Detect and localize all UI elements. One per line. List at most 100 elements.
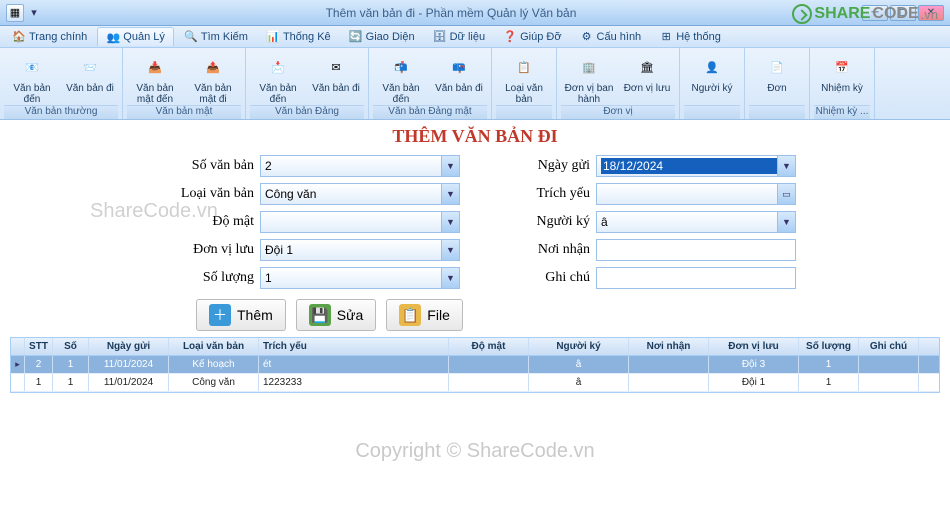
col-donvi[interactable]: Đơn vị lưu [709,338,799,355]
ribbon-label: Loại văn bản [496,83,552,105]
dropdown-icon[interactable]: ▼ [441,156,459,176]
form-row-right-1: Trích yếu ▭ [490,183,796,205]
menu-icon: ⊞ [659,30,673,44]
col-loai[interactable]: Loại văn bản [169,338,259,355]
dropdown-icon[interactable]: ▼ [441,184,459,204]
menu-icon: 👥 [106,30,120,44]
form-row-right-2: Người ký â▼ [490,211,796,233]
cell-ghichu [859,356,919,373]
cell-noinhan [629,374,709,391]
ribbon-group-3: 📬Văn bản đến📪Văn bản điVăn bản Đảng mật [369,48,492,119]
form-row-right-4: Ghi chú [490,267,796,289]
field-input-right-0[interactable]: 18/12/2024▼ [596,155,796,177]
form-row-left-4: Số lượng1▼ [154,267,460,289]
field-input-left-4[interactable]: 1▼ [260,267,460,289]
ribbon-btn-2-1[interactable]: ✉Văn bản đi [308,50,364,105]
ribbon-label: Nhiệm kỳ [821,83,863,94]
field-value: Công văn [265,187,455,201]
table-row[interactable]: ▸2111/01/2024Kế hoạchétâĐội 31 [11,356,939,374]
edit-button[interactable]: 💾 Sửa [296,299,377,331]
ribbon-btn-3-0[interactable]: 📬Văn bản đến [373,50,429,105]
cell-donvi: Đội 3 [709,356,799,373]
field-value: 1 [265,271,455,285]
field-input-left-2[interactable]: ▼ [260,211,460,233]
dropdown-icon[interactable]: ▼ [777,212,795,232]
data-grid[interactable]: STT Số Ngày gửi Loại văn bản Trích yếu Đ… [10,337,940,393]
col-sl[interactable]: Số lượng [799,338,859,355]
cell-stt: 2 [25,356,53,373]
ribbon-btn-1-1[interactable]: 📤Văn bản mật đi [185,50,241,105]
menu-tab-2[interactable]: 🔍Tìm Kiếm [176,28,256,46]
field-input-right-4[interactable] [596,267,796,289]
field-input-right-3[interactable] [596,239,796,261]
field-label: Nơi nhận [490,242,590,258]
dropdown-icon[interactable]: ▼ [441,268,459,288]
maximize-button[interactable]: ◻ [890,5,916,21]
qat-button[interactable]: ▦ [6,4,24,22]
col-noinhan[interactable]: Nơi nhận [629,338,709,355]
ribbon-group-5: 🏢Đơn vị ban hành🏛Đơn vị lưuĐơn vị [557,48,680,119]
dropdown-icon[interactable]: ▼ [777,156,795,176]
add-button[interactable]: ＋ Thêm [196,299,286,331]
form-row-left-0: Số văn bản2▼ [154,155,460,177]
ribbon-btn-0-0[interactable]: 📧Văn bản đến [4,50,60,105]
file-button[interactable]: 📋 File [386,299,463,331]
ribbon-icon: 📩 [262,52,294,82]
ribbon-icon: 🏛 [631,52,663,82]
menu-tab-0[interactable]: 🏠Trang chính [4,28,95,46]
ribbon-btn-3-1[interactable]: 📪Văn bản đi [431,50,487,105]
browse-icon[interactable]: ▭ [777,184,795,204]
menu-tab-6[interactable]: ❓Giúp Đỡ [495,28,569,46]
ribbon-btn-6-0[interactable]: 👤Người ký [684,50,740,105]
ribbon-btn-8-0[interactable]: 📅Nhiệm kỳ [814,50,870,105]
ribbon-btn-7-0[interactable]: 📄Đơn [749,50,805,105]
menu-icon: ❓ [503,30,517,44]
close-button[interactable]: ✕ [918,5,944,21]
menu-label: Cấu hình [597,31,642,43]
menu-label: Quản Lý [123,31,165,43]
table-row[interactable]: 1111/01/2024Công văn1223233âĐội 11 [11,374,939,392]
col-domat[interactable]: Độ mật [449,338,529,355]
menu-label: Giúp Đỡ [520,31,561,43]
field-input-right-1[interactable]: ▭ [596,183,796,205]
col-ngay[interactable]: Ngày gửi [89,338,169,355]
grid-header: STT Số Ngày gửi Loại văn bản Trích yếu Đ… [11,338,939,356]
field-input-right-2[interactable]: â▼ [596,211,796,233]
action-bar: ＋ Thêm 💾 Sửa 📋 File [196,299,940,331]
field-input-left-1[interactable]: Công văn▼ [260,183,460,205]
menu-tab-7[interactable]: ⚙Cấu hình [572,28,650,46]
ribbon-btn-1-0[interactable]: 📥Văn bản mật đến [127,50,183,105]
menu-tab-3[interactable]: 📊Thống Kê [258,28,339,46]
field-input-left-3[interactable]: Đội 1▼ [260,239,460,261]
field-label: Ngày gửi [490,158,590,174]
ribbon-label: Văn bản đi [312,83,360,94]
minimize-button[interactable]: ─ [862,5,888,21]
col-so[interactable]: Số [53,338,89,355]
ribbon-btn-5-0[interactable]: 🏢Đơn vị ban hành [561,50,617,105]
col-nguoiky[interactable]: Người ký [529,338,629,355]
menu-tab-5[interactable]: 🗄Dữ liệu [425,28,494,46]
ribbon-btn-4-0[interactable]: 📋Loại văn bản [496,50,552,105]
ribbon-btn-2-0[interactable]: 📩Văn bản đến [250,50,306,105]
menu-tab-8[interactable]: ⊞Hệ thống [651,28,729,46]
col-trich[interactable]: Trích yếu [259,338,449,355]
field-label: Người ký [490,214,590,230]
col-stt[interactable]: STT [25,338,53,355]
qat-dropdown[interactable]: ▾ [28,4,40,22]
form-row-right-3: Nơi nhận [490,239,796,261]
field-input-left-0[interactable]: 2▼ [260,155,460,177]
dropdown-icon[interactable]: ▼ [441,240,459,260]
ribbon-group-7: 📄Đơn [745,48,810,119]
field-label: Ghi chú [490,270,590,286]
ribbon-btn-0-1[interactable]: 📨Văn bản đi [62,50,118,105]
field-label: Trích yếu [490,186,590,202]
dropdown-icon[interactable]: ▼ [441,212,459,232]
menu-label: Hệ thống [676,31,721,43]
menu-tab-1[interactable]: 👥Quản Lý [97,27,174,46]
menu-tab-4[interactable]: 🔄Giao Diện [341,28,423,46]
ribbon-btn-5-1[interactable]: 🏛Đơn vị lưu [619,50,675,105]
cell-trich: 1223233 [259,374,449,391]
cell-ghichu [859,374,919,391]
col-ghichu[interactable]: Ghi chú [859,338,919,355]
form-row-left-2: Độ mật▼ [154,211,460,233]
